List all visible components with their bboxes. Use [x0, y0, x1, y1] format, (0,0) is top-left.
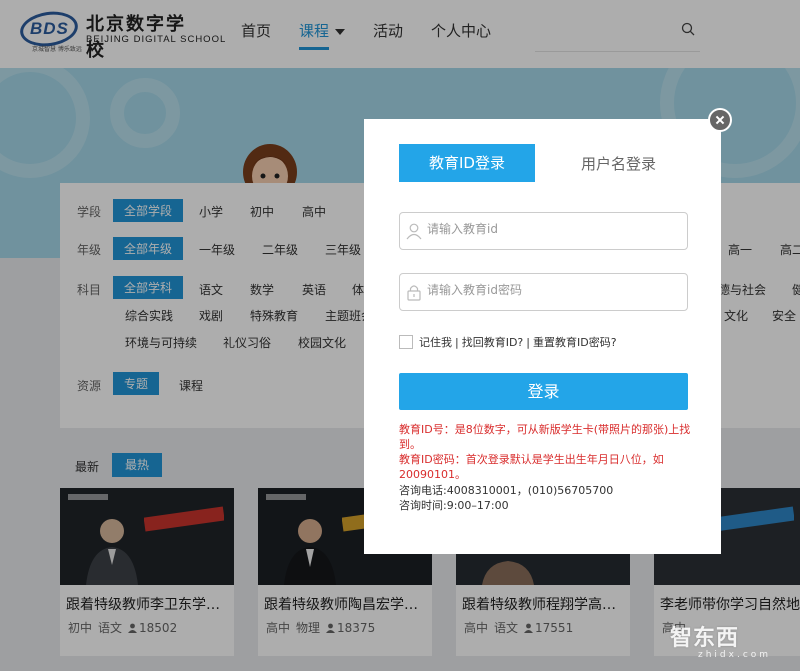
- separator: |: [526, 335, 530, 349]
- remember-checkbox[interactable]: [399, 335, 413, 349]
- tab-username-login[interactable]: 用户名登录: [581, 153, 656, 174]
- eduid-input[interactable]: [427, 222, 677, 236]
- user-icon: [406, 223, 422, 240]
- retrieve-id-link[interactable]: 找回教育ID?: [462, 334, 524, 350]
- login-modal: 教育ID登录 用户名登录 记住我 | 找回教育ID? | 重置教育ID密码? 登…: [364, 119, 721, 554]
- contact-hours: 咨询时间:9:00–17:00: [399, 499, 509, 512]
- contact-phone: 咨询电话:4008310001，(010)56705700: [399, 484, 614, 497]
- password-input[interactable]: [427, 283, 677, 297]
- eduid-field[interactable]: [399, 212, 688, 250]
- tab-eduid-login[interactable]: 教育ID登录: [399, 144, 535, 182]
- login-button[interactable]: 登录: [399, 373, 688, 410]
- eduid-help-note: 教育ID号：是8位数字，可从新版学生卡(带照片的那张)上找到。 教育ID密码：首…: [399, 422, 699, 482]
- contact-info: 咨询电话:4008310001，(010)56705700 咨询时间:9:00–…: [399, 483, 699, 513]
- reset-password-link[interactable]: 重置教育ID密码?: [533, 334, 617, 350]
- watermark-url: zhidx.com: [698, 650, 772, 660]
- watermark-logo: 智东西: [670, 626, 740, 651]
- separator: |: [455, 335, 459, 349]
- note-line-1: 教育ID号：是8位数字，可从新版学生卡(带照片的那张)上找到。: [399, 423, 691, 451]
- password-field[interactable]: [399, 273, 688, 311]
- close-icon[interactable]: [708, 108, 732, 132]
- note-line-2: 教育ID密码：首次登录默认是学生出生年月日八位，如20090101。: [399, 453, 664, 481]
- lock-icon: [407, 285, 421, 301]
- remember-label[interactable]: 记住我: [419, 334, 452, 350]
- remember-row: 记住我 | 找回教育ID? | 重置教育ID密码?: [399, 334, 617, 350]
